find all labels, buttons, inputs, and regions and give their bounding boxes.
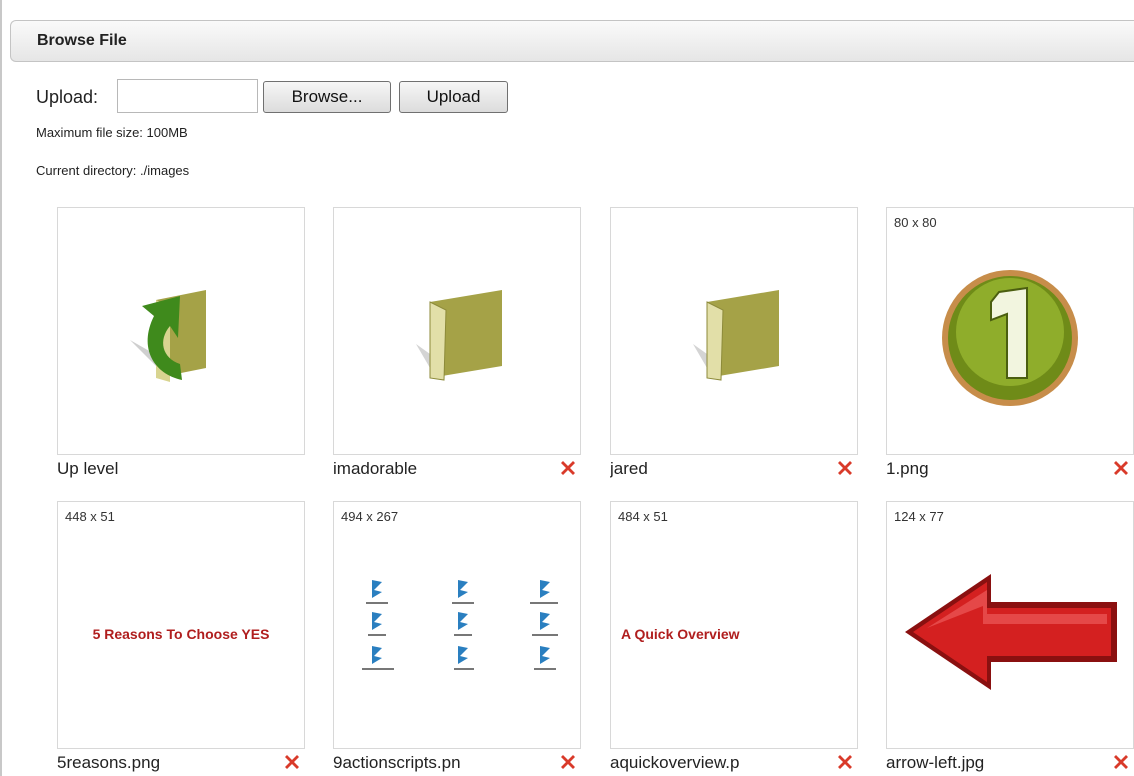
upload-button[interactable]: Upload (399, 81, 508, 113)
page-left-border (0, 0, 2, 776)
folder-icon (693, 290, 779, 381)
panel-header: Browse File (10, 20, 1134, 62)
image-dimensions: 448 x 51 (65, 509, 115, 524)
delete-icon[interactable] (836, 459, 854, 477)
folder-icon (416, 290, 502, 381)
browse-button[interactable]: Browse... (263, 81, 391, 113)
max-file-size-text: Maximum file size: 100MB (36, 125, 188, 140)
file-tile[interactable]: imadorable (333, 207, 581, 481)
file-tile[interactable]: 484 x 51 A Quick Overview aquickoverview… (610, 501, 858, 775)
current-directory-text: Current directory: ./images (36, 163, 190, 178)
delete-icon[interactable] (1112, 459, 1130, 477)
upload-label: Upload: (36, 87, 99, 107)
delete-icon[interactable] (283, 753, 301, 771)
thumbnail[interactable] (333, 207, 581, 455)
number-one-badge (942, 270, 1078, 406)
file-name[interactable]: 1.png (886, 459, 1096, 479)
file-grid-thumbnail (362, 580, 558, 670)
delete-icon[interactable] (1112, 753, 1130, 771)
thumbnail[interactable]: 494 x 267 (333, 501, 581, 749)
file-name[interactable]: 9actionscripts.pn (333, 753, 543, 773)
thumbnail[interactable]: 484 x 51 A Quick Overview (610, 501, 858, 749)
file-name[interactable]: jared (610, 459, 820, 479)
file-tile[interactable]: Up level (57, 207, 305, 481)
image-dimensions: 484 x 51 (618, 509, 668, 524)
file-tile[interactable]: jared (610, 207, 858, 481)
red-arrow-left (905, 574, 1117, 690)
banner-text: A Quick Overview (621, 626, 740, 642)
delete-icon[interactable] (836, 753, 854, 771)
file-name[interactable]: 5reasons.png (57, 753, 267, 773)
banner-text: 5 Reasons To Choose YES (92, 626, 270, 642)
thumbnail[interactable] (610, 207, 858, 455)
file-name[interactable]: aquickoverview.p (610, 753, 820, 773)
thumbnail[interactable]: 80 x 80 (886, 207, 1134, 455)
up-level-folder-icon (130, 290, 206, 382)
thumbnail[interactable]: 124 x 77 (886, 501, 1134, 749)
file-tile[interactable]: 80 x 80 1.png (886, 207, 1134, 481)
file-name[interactable]: arrow-left.jpg (886, 753, 1096, 773)
file-tile[interactable]: 124 x 77 arrow-left.jpg (886, 501, 1134, 775)
delete-icon[interactable] (559, 459, 577, 477)
panel-title: Browse File (37, 32, 127, 49)
file-name[interactable]: imadorable (333, 459, 543, 479)
file-tile[interactable]: 448 x 51 5 Reasons To Choose YES 5reason… (57, 501, 305, 775)
file-tile[interactable]: 494 x 267 9actionscripts.pn (333, 501, 581, 775)
upload-file-input[interactable] (117, 79, 258, 113)
thumbnail[interactable] (57, 207, 305, 455)
file-name[interactable]: Up level (57, 459, 267, 479)
delete-icon[interactable] (559, 753, 577, 771)
thumbnail[interactable]: 448 x 51 5 Reasons To Choose YES (57, 501, 305, 749)
